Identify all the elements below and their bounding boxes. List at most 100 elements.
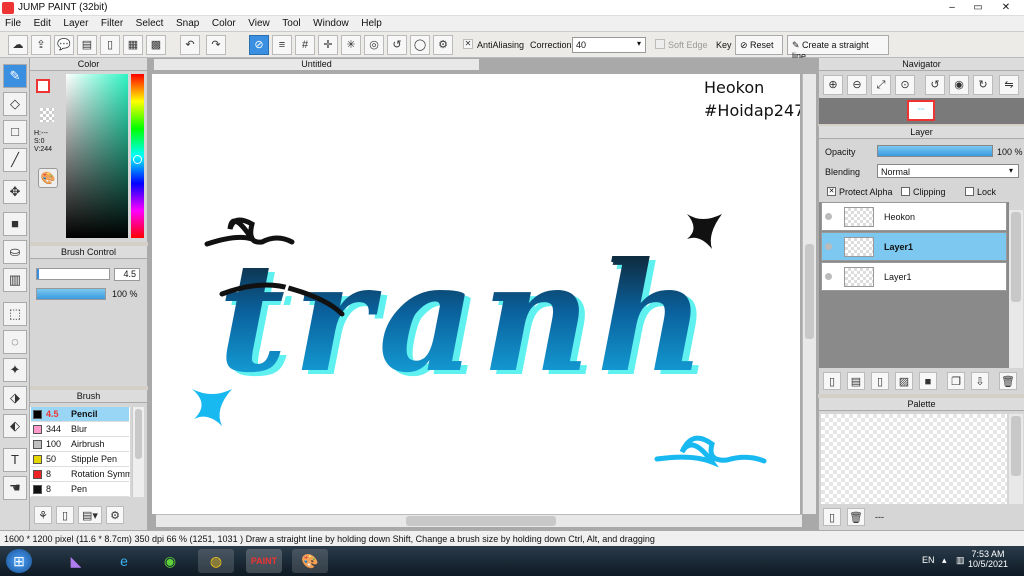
new-halftone-layer-icon[interactable]: ▨ — [895, 372, 913, 390]
navigator-preview[interactable]: ~~ — [819, 98, 1024, 124]
cloud-icon[interactable]: ☁ — [8, 35, 28, 55]
eraser-tool-icon[interactable]: ◇ — [3, 92, 27, 116]
canvas-vertical-scrollbar[interactable] — [802, 74, 816, 514]
lock-checkbox[interactable] — [965, 187, 974, 196]
brush-opacity-slider[interactable] — [36, 288, 106, 300]
internet-explorer-icon[interactable]: e — [106, 549, 142, 573]
fill-rect-tool-icon[interactable]: ■ — [3, 212, 27, 236]
brush-item[interactable]: 8 Pen — [31, 482, 129, 497]
add-brush-icon[interactable]: ⚘ — [34, 506, 52, 524]
actual-size-icon[interactable]: ⊙ — [895, 75, 915, 95]
menu-layer[interactable]: Layer — [58, 16, 93, 29]
brush-item[interactable]: 8 Rotation Symm — [31, 467, 130, 482]
bucket-tool-icon[interactable]: ⛀ — [3, 240, 27, 264]
tray-arrow-icon[interactable]: ▴ — [942, 555, 947, 566]
menu-color[interactable]: Color — [207, 16, 241, 29]
crosshair-snap-icon[interactable]: ✛ — [318, 35, 338, 55]
clipping-checkbox[interactable] — [901, 187, 910, 196]
soft-edge-checkbox[interactable] — [655, 39, 665, 49]
flip-icon[interactable]: ⇋ — [999, 75, 1019, 95]
menu-edit[interactable]: Edit — [29, 16, 56, 29]
brush-menu-icon[interactable]: ▤▾ — [78, 506, 102, 524]
comment-icon[interactable]: 💬 — [54, 35, 74, 55]
chevron-down-icon[interactable]: ▾ — [637, 39, 641, 48]
snap-settings-icon[interactable]: ⚙ — [433, 35, 453, 55]
brush-settings-icon[interactable]: ⚙ — [106, 506, 124, 524]
document-icon[interactable]: ▦ — [123, 35, 143, 55]
text-tool-icon[interactable]: T — [3, 448, 27, 472]
magic-wand-tool-icon[interactable]: ✦ — [3, 358, 27, 382]
protect-alpha-checkbox[interactable]: ✕ — [827, 187, 836, 196]
maximize-button[interactable]: ▭ — [966, 0, 990, 15]
brush-list-scrollbar[interactable] — [132, 407, 144, 497]
transparent-color-swatch[interactable] — [40, 108, 54, 122]
select-eraser-tool-icon[interactable]: ⬖ — [3, 414, 27, 438]
menu-snap[interactable]: Snap — [171, 16, 204, 29]
layer-row[interactable]: Heokon — [821, 202, 1007, 231]
grid-icon[interactable]: ▩ — [146, 35, 166, 55]
saturation-value-picker[interactable] — [66, 74, 128, 238]
reset-rotation-icon[interactable]: ◉ — [949, 75, 969, 95]
antialiasing-checkbox[interactable]: ✕ — [463, 39, 473, 49]
palette-icon[interactable]: 🎨 — [38, 168, 58, 188]
zoom-out-icon[interactable]: ⊖ — [847, 75, 867, 95]
palette-swatch-area[interactable] — [821, 414, 1007, 504]
layer-visibility-icon[interactable] — [825, 243, 832, 250]
page-icon[interactable]: ▯ — [100, 35, 120, 55]
no-snap-icon[interactable]: ⊘ — [249, 35, 269, 55]
delete-palette-color-icon[interactable]: 🗑 — [847, 508, 865, 526]
paint-palette-taskbar-icon[interactable]: 🎨 — [292, 549, 328, 573]
fit-window-icon[interactable]: ⤢ — [871, 75, 891, 95]
app-green-icon[interactable]: ◉ — [152, 549, 188, 573]
delete-layer-icon[interactable]: 🗑 — [999, 372, 1017, 390]
rotate-left-icon[interactable]: ↺ — [925, 75, 945, 95]
new-folder-icon[interactable]: ■ — [919, 372, 937, 390]
new-brush-icon[interactable]: ▯ — [56, 506, 74, 524]
move-tool-icon[interactable]: ✥ — [3, 180, 27, 204]
undo-icon[interactable]: ↶ — [180, 35, 200, 55]
line-tool-icon[interactable]: ╱ — [3, 148, 27, 172]
layer-visibility-icon[interactable] — [825, 273, 832, 280]
rotate-right-icon[interactable]: ↻ — [973, 75, 993, 95]
merge-down-icon[interactable]: ⇩ — [971, 372, 989, 390]
brush-item[interactable]: 50 Stipple Pen — [31, 452, 129, 467]
brush-item[interactable]: 100 Airbrush — [31, 437, 129, 452]
menu-filter[interactable]: Filter — [96, 16, 128, 29]
pen-tool-icon[interactable]: ✎ — [3, 64, 27, 88]
layer-list-scrollbar[interactable] — [1009, 210, 1023, 368]
hand-tool-icon[interactable]: ☚ — [3, 476, 27, 500]
straight-line-button[interactable]: ✎ Create a straight line — [787, 35, 889, 61]
palette-scroll-thumb[interactable] — [1011, 416, 1021, 476]
brush-item[interactable]: 4.5 Pencil — [31, 407, 129, 422]
layer-visibility-icon[interactable] — [825, 213, 832, 220]
visual-studio-icon[interactable]: ◣ — [58, 549, 94, 573]
add-palette-color-icon[interactable]: ▯ — [823, 508, 841, 526]
brush-item[interactable]: 344 Blur — [31, 422, 129, 437]
layer-scroll-thumb[interactable] — [1011, 212, 1021, 302]
menu-tool[interactable]: Tool — [277, 16, 305, 29]
menu-window[interactable]: Window — [308, 16, 354, 29]
layer-row[interactable]: Layer1 — [821, 232, 1007, 261]
duplicate-layer-icon[interactable]: ❐ — [947, 372, 965, 390]
document-tab[interactable]: Untitled — [153, 58, 480, 71]
note-icon[interactable]: ▤ — [77, 35, 97, 55]
zoom-in-icon[interactable]: ⊕ — [823, 75, 843, 95]
menu-view[interactable]: View — [243, 16, 275, 29]
hue-handle[interactable] — [133, 155, 142, 164]
ellipse-snap-icon[interactable]: ◯ — [410, 35, 430, 55]
parallel-snap-icon[interactable]: ≡ — [272, 35, 292, 55]
horizontal-scroll-thumb[interactable] — [406, 516, 556, 526]
menu-help[interactable]: Help — [356, 16, 387, 29]
curve-snap-icon[interactable]: ↺ — [387, 35, 407, 55]
canvas[interactable]: Heokon #Hoidap247 tranh tranh — [152, 74, 800, 514]
share-icon[interactable]: ⇪ — [31, 35, 51, 55]
network-icon[interactable]: ▥ — [956, 555, 965, 566]
minimize-button[interactable]: – — [940, 0, 964, 15]
clock[interactable]: 7:53 AM 10/5/2021 — [966, 549, 1010, 569]
lasso-tool-icon[interactable]: ◌ — [3, 330, 27, 354]
gradient-tool-icon[interactable]: ▥ — [3, 268, 27, 292]
new-layer-8bit-icon[interactable]: ▤ — [847, 372, 865, 390]
close-button[interactable]: ✕ — [994, 0, 1018, 15]
canvas-horizontal-scrollbar[interactable] — [156, 514, 802, 527]
start-button-icon[interactable]: ⊞ — [6, 549, 32, 573]
